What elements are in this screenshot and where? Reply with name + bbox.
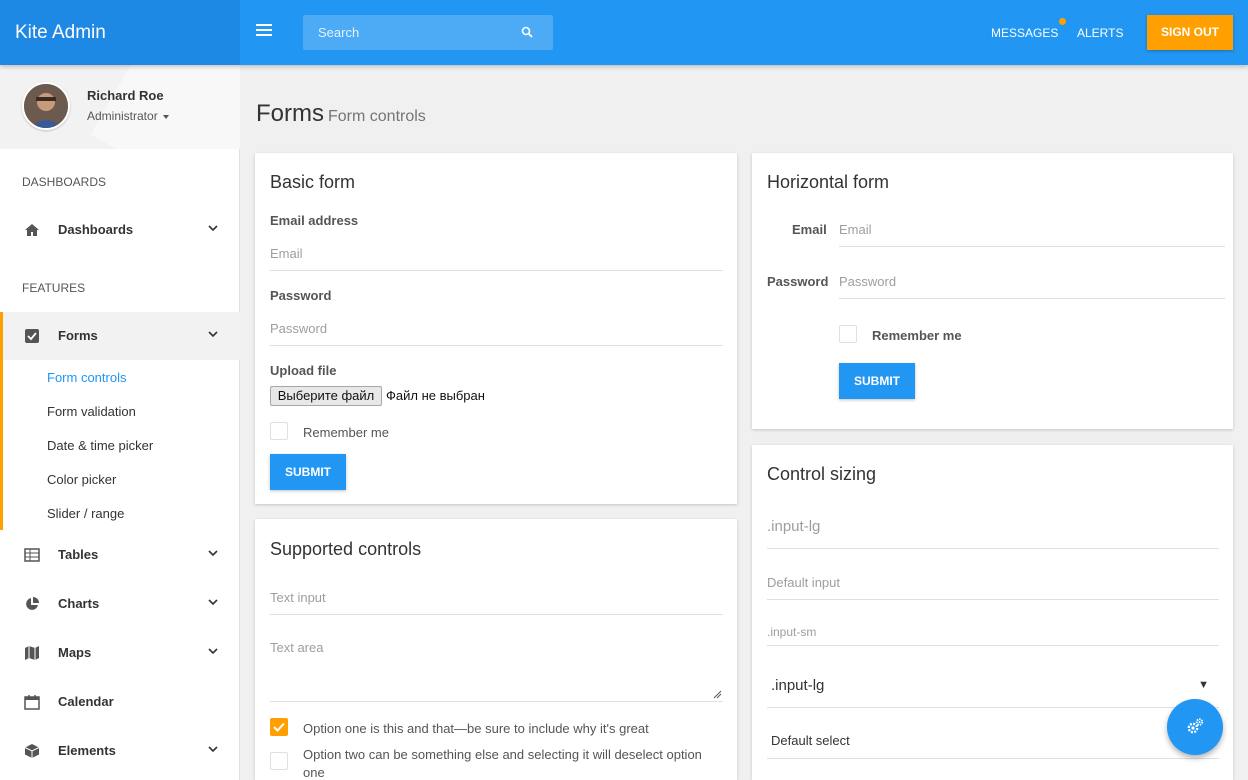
sidebar-item-charts[interactable]: Charts (0, 580, 240, 628)
chevron-down-icon (208, 599, 218, 606)
calendar-icon (24, 695, 40, 710)
section-features: FEATURES (22, 281, 86, 295)
default-select-value: Default select (771, 733, 850, 748)
messages-link[interactable]: MESSAGES (991, 18, 1067, 40)
email-field[interactable] (839, 213, 1225, 247)
sign-out-button[interactable]: SIGN OUT (1147, 15, 1233, 50)
sidebar-item-elements[interactable]: Elements (0, 727, 240, 775)
chevron-down-icon (208, 331, 218, 338)
chevron-down-icon (208, 648, 218, 655)
large-input[interactable] (767, 504, 1219, 549)
search-input[interactable] (303, 15, 503, 50)
email-field[interactable] (270, 237, 723, 271)
sidebar-item-label: Forms (58, 328, 98, 343)
submenu-form-validation[interactable]: Form validation (47, 404, 136, 419)
sidebar: Richard Roe Administrator DASHBOARDS Das… (0, 65, 240, 780)
remember-me-label: Remember me (303, 425, 389, 440)
email-label: Email (792, 222, 827, 237)
search-box (303, 15, 553, 50)
sidebar-item-tables[interactable]: Tables (0, 531, 240, 579)
remember-me-label: Remember me (872, 328, 962, 343)
submit-button[interactable]: SUBMIT (839, 363, 915, 399)
alerts-link[interactable]: ALERTS (1077, 26, 1123, 40)
submenu-color-picker[interactable]: Color picker (47, 472, 116, 487)
default-input[interactable] (767, 566, 1219, 600)
submenu-date-time-picker[interactable]: Date & time picker (47, 438, 153, 453)
chevron-down-icon (208, 746, 218, 753)
top-bar: Kite Admin MESSAGES ALERTS SIGN OUT (0, 0, 1248, 65)
password-label: Password (270, 288, 332, 303)
remember-me-checkbox[interactable] (270, 422, 288, 440)
email-label: Email address (270, 213, 359, 228)
card-title: Control sizing (767, 464, 877, 484)
sidebar-item-forms[interactable]: Forms (0, 312, 240, 360)
pie-chart-icon (26, 597, 39, 610)
sidebar-item-calendar[interactable]: Calendar (0, 678, 240, 726)
sidebar-item-dashboards[interactable]: Dashboards (0, 206, 240, 254)
user-role-dropdown[interactable]: Administrator (87, 109, 170, 123)
checkbox-icon (25, 329, 39, 343)
sidebar-item-label: Calendar (58, 694, 114, 709)
card-title: Horizontal form (767, 172, 890, 192)
messages-label: MESSAGES (991, 26, 1059, 40)
submenu-form-controls[interactable]: Form controls (47, 370, 126, 385)
small-input[interactable] (767, 618, 1219, 646)
option-one-checkbox[interactable] (270, 718, 288, 736)
active-indicator (0, 312, 3, 530)
sidebar-item-maps[interactable]: Maps (0, 629, 240, 677)
option-two-checkbox[interactable] (270, 752, 288, 770)
cube-icon (24, 744, 40, 758)
table-icon (24, 548, 40, 562)
large-select-value: .input-lg (771, 677, 825, 694)
menu-toggle-icon[interactable] (256, 24, 272, 38)
sidebar-item-label: Maps (58, 645, 92, 660)
default-select[interactable]: Default select (767, 723, 1219, 759)
brand-logo[interactable]: Kite Admin (0, 0, 240, 65)
user-role: Administrator (87, 109, 158, 123)
card-title: Supported controls (270, 539, 422, 559)
sidebar-item-label: Tables (58, 547, 99, 562)
file-status: Файл не выбран (386, 388, 485, 403)
upload-label: Upload file (270, 363, 337, 378)
text-input[interactable] (270, 581, 723, 615)
page-subtitle: Form controls (328, 108, 426, 125)
sidebar-item-label: Charts (58, 596, 100, 611)
search-icon[interactable] (521, 26, 533, 38)
password-field[interactable] (270, 312, 723, 346)
user-profile: Richard Roe Administrator (0, 65, 240, 149)
password-field[interactable] (839, 265, 1225, 299)
choose-file-button[interactable]: Выберите файл (270, 386, 382, 406)
resize-grip-icon[interactable] (713, 690, 722, 699)
notification-dot (1059, 18, 1067, 25)
chevron-down-icon (208, 225, 218, 232)
settings-fab[interactable] (1167, 699, 1223, 755)
submenu-slider-range[interactable]: Slider / range (47, 506, 124, 521)
check-icon (273, 722, 285, 732)
section-dashboards: DASHBOARDS (22, 175, 107, 189)
user-name: Richard Roe (87, 88, 164, 103)
map-icon (25, 646, 39, 660)
cogs-icon (1187, 718, 1204, 734)
large-select[interactable]: .input-lg ▼ (767, 663, 1219, 708)
avatar[interactable] (22, 82, 70, 130)
page-title: Forms Form controls (256, 100, 426, 128)
caret-down-icon (163, 114, 170, 119)
option-one-label: Option one is this and that—be sure to i… (303, 721, 649, 736)
sidebar-item-label: Elements (58, 743, 116, 758)
chevron-down-icon (208, 550, 218, 557)
option-two-label: Option two can be something else and sel… (303, 747, 702, 780)
card-title: Basic form (270, 172, 356, 192)
sidebar-item-label: Dashboards (58, 222, 134, 237)
page-title-text: Forms (256, 100, 324, 127)
password-label: Password (767, 274, 829, 289)
text-area[interactable] (270, 630, 723, 702)
remember-me-checkbox[interactable] (839, 325, 857, 343)
submit-button[interactable]: SUBMIT (270, 454, 346, 490)
home-icon (25, 224, 39, 236)
